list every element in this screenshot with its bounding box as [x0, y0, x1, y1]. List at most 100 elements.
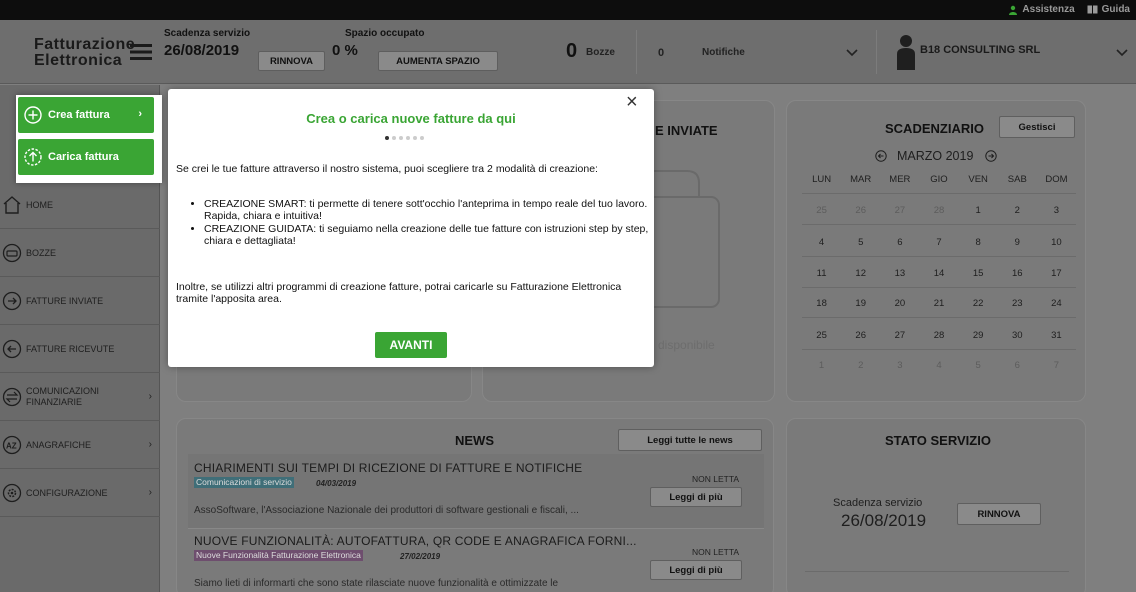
sidebar-item-fatture-inviate[interactable]: FATTURE INVIATE	[0, 277, 160, 325]
sidebar-item-bozze[interactable]: BOZZE	[0, 229, 160, 277]
calendar-day[interactable]: 26	[841, 330, 880, 341]
guida-link[interactable]: Guida	[1087, 4, 1130, 15]
calendar-day[interactable]: 24	[1037, 298, 1076, 309]
news-item-title[interactable]: CHIARIMENTI SUI TEMPI DI RICEZIONE DI FA…	[194, 461, 582, 475]
bozze-count[interactable]: 0	[566, 40, 577, 63]
calendar-day[interactable]: 7	[1037, 360, 1076, 371]
leggi-di-piu-button[interactable]: Leggi di più	[650, 560, 742, 580]
calendar-day[interactable]: 5	[841, 237, 880, 248]
stato-rinnova-button[interactable]: RINNOVA	[957, 503, 1041, 525]
sidebar-item-fatture-ricevute[interactable]: FATTURE RICEVUTE	[0, 325, 160, 373]
step-dot[interactable]	[420, 136, 424, 140]
calendar-day[interactable]: 4	[802, 237, 841, 248]
news-status: NON LETTA	[692, 474, 740, 484]
assistenza-link[interactable]: Assistenza	[1008, 4, 1075, 15]
avanti-button[interactable]: AVANTI	[375, 332, 447, 358]
notifiche-count[interactable]: 0	[658, 47, 664, 59]
sidebar-label-home: HOME	[26, 199, 53, 210]
calendar-day[interactable]: 28	[919, 330, 958, 341]
calendar-day[interactable]: 19	[841, 298, 880, 309]
sidebar-label-com2: FINANZIARIE	[26, 396, 83, 407]
calendar-day[interactable]: 4	[919, 360, 958, 371]
calendar-day[interactable]: 11	[802, 268, 841, 279]
brand-line-2: Elettronica	[34, 52, 123, 69]
calendar-day[interactable]: 12	[841, 268, 880, 279]
step-dot[interactable]	[413, 136, 417, 140]
notifiche-label[interactable]: Notifiche	[702, 47, 745, 58]
calendar-day[interactable]: 16	[998, 268, 1037, 279]
calendar-day[interactable]: 2	[841, 360, 880, 371]
user-menu[interactable]: B18 CONSULTING SRL	[876, 20, 1136, 84]
calendar-prev-icon[interactable]	[875, 150, 887, 162]
calendar-day[interactable]: 29	[959, 330, 998, 341]
weekday: MAR	[850, 174, 872, 185]
stato-servizio-title: STATO SERVIZIO	[885, 433, 991, 448]
close-icon[interactable]: ×	[626, 92, 638, 112]
calendar-day[interactable]: 8	[959, 237, 998, 248]
aumenta-spazio-button[interactable]: AUMENTA SPAZIO	[378, 51, 498, 71]
step-dot[interactable]	[385, 136, 389, 140]
step-dot[interactable]	[392, 136, 396, 140]
calendar-weekday-row: LUN MAR MER GIO VEN SAB DOM	[802, 174, 1076, 185]
chevron-down-icon[interactable]	[846, 49, 858, 57]
create-menu-popover: Crea fattura › Carica fattura	[16, 95, 162, 183]
calendar-day[interactable]: 1	[802, 360, 841, 371]
carica-fattura-button[interactable]: Carica fattura	[18, 139, 154, 175]
calendar-day[interactable]: 13	[880, 268, 919, 279]
calendar-day[interactable]: 30	[998, 330, 1037, 341]
calendar-day[interactable]: 21	[919, 298, 958, 309]
calendar-day[interactable]: 15	[959, 268, 998, 279]
brand-logo[interactable]: Fatturazione Elettronica	[34, 37, 135, 69]
calendar-day[interactable]: 7	[919, 237, 958, 248]
sidebar-item-home[interactable]: HOME	[0, 181, 160, 229]
hamburger-menu-icon[interactable]	[130, 44, 152, 60]
chevron-down-icon-user[interactable]	[1116, 49, 1128, 57]
header-divider	[636, 30, 637, 74]
step-dot[interactable]	[399, 136, 403, 140]
step-dot[interactable]	[406, 136, 410, 140]
calendar-day[interactable]: 3	[1037, 205, 1076, 216]
leggi-di-piu-button[interactable]: Leggi di più	[650, 487, 742, 507]
calendar-day[interactable]: 10	[1037, 237, 1076, 248]
calendar-week-row: 18 19 20 21 22 23 24	[802, 298, 1076, 309]
leggi-tutte-news-button[interactable]: Leggi tutte le news	[618, 429, 762, 451]
calendar-day[interactable]: 20	[880, 298, 919, 309]
calendar-week-row: 25 26 27 28 1 2 3	[802, 205, 1076, 216]
calendar-day[interactable]: 9	[998, 237, 1037, 248]
sidebar-label-com1: COMUNICAZIONI	[26, 385, 99, 396]
weekday: DOM	[1045, 174, 1068, 185]
calendar-day[interactable]: 22	[959, 298, 998, 309]
calendar-day[interactable]: 3	[880, 360, 919, 371]
calendar-day[interactable]: 23	[998, 298, 1037, 309]
calendar-divider	[802, 317, 1076, 318]
calendar-day[interactable]: 17	[1037, 268, 1076, 279]
calendar-day[interactable]: 6	[880, 237, 919, 248]
news-item-title[interactable]: NUOVE FUNZIONALITÀ: AUTOFATTURA, QR CODE…	[194, 534, 637, 548]
calendar-day[interactable]: 14	[919, 268, 958, 279]
calendar-day[interactable]: 26	[841, 205, 880, 216]
calendar-day[interactable]: 27	[880, 330, 919, 341]
sidebar-item-configurazione[interactable]: CONFIGURAZIONE ›	[0, 469, 160, 517]
calendar-next-icon[interactable]	[985, 150, 997, 162]
arrow-left-circle-icon	[2, 339, 22, 358]
sidebar-item-comunicazioni[interactable]: COMUNICAZIONI FINANZIARIE ›	[0, 373, 160, 421]
weekday: SAB	[1007, 174, 1027, 185]
carica-fattura-label: Carica fattura	[48, 151, 119, 163]
calendar-day[interactable]: 25	[802, 205, 841, 216]
calendar-day[interactable]: 5	[959, 360, 998, 371]
chevron-right-icon: ›	[148, 487, 152, 498]
calendar-day[interactable]: 25	[802, 330, 841, 341]
bozze-label[interactable]: Bozze	[586, 47, 615, 58]
calendar-day[interactable]: 28	[919, 205, 958, 216]
gestisci-button[interactable]: Gestisci	[999, 116, 1075, 138]
rinnova-button[interactable]: RINNOVA	[258, 51, 325, 71]
calendar-day[interactable]: 31	[1037, 330, 1076, 341]
calendar-day[interactable]: 27	[880, 205, 919, 216]
crea-fattura-button[interactable]: Crea fattura ›	[18, 97, 154, 133]
crea-fattura-label: Crea fattura	[48, 109, 110, 121]
sidebar-item-anagrafiche[interactable]: AZ ANAGRAFICHE ›	[0, 421, 160, 469]
calendar-day[interactable]: 6	[998, 360, 1037, 371]
calendar-day[interactable]: 18	[802, 298, 841, 309]
calendar-day[interactable]: 1	[959, 205, 998, 216]
calendar-day[interactable]: 2	[998, 205, 1037, 216]
